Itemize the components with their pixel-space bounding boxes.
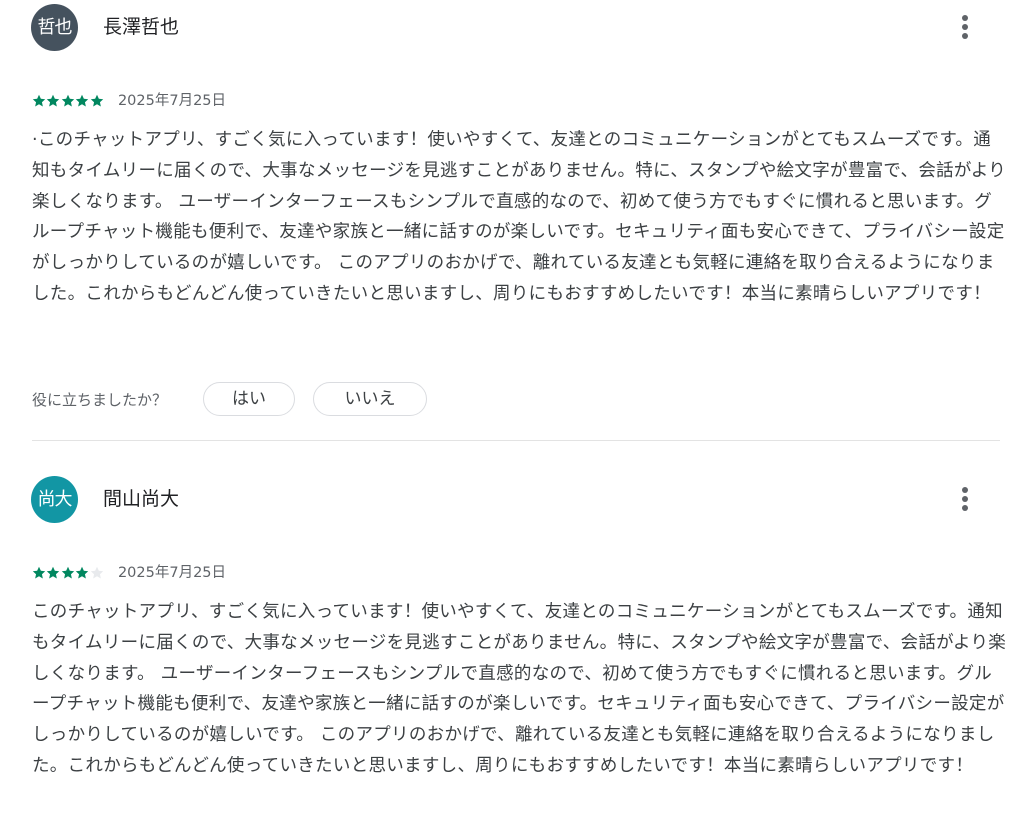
review-text: このチャットアプリ、すごく気に入っています！使いやすくて、友達とのコミュニケーシ… <box>32 602 1007 776</box>
review-meta: 2025年7月25日 <box>32 91 226 111</box>
avatar: 哲也 <box>31 4 78 51</box>
review-card: 哲也 長澤哲也 2025年7月25日 ·このチャットアプリ、すごく気に入っていま… <box>0 0 1024 441</box>
review-text: ·このチャットアプリ、すごく気に入っています！使いやすくて、友達とのコミュニケー… <box>32 130 1007 304</box>
review-card: 尚大 間山尚大 2025年7月25日 このチャットアプリ、すごく気に入っています… <box>0 470 1024 836</box>
star-filled-icon <box>61 94 74 107</box>
helpful-question: 役に立ちましたか？ <box>32 390 168 409</box>
star-filled-icon <box>32 94 46 107</box>
reviewer-name: 間山尚大 <box>103 488 180 510</box>
helpful-prompt: 役に立ちましたか？ はい いいえ <box>32 381 428 417</box>
review-date: 2025年7月25日 <box>117 93 227 109</box>
star-filled-icon <box>90 94 103 107</box>
star-rating <box>32 566 104 580</box>
star-filled-icon <box>61 566 74 579</box>
star-filled-icon <box>47 94 60 107</box>
star-rating <box>32 94 104 108</box>
more-options-button[interactable] <box>948 10 982 44</box>
more-vert-icon <box>962 15 968 39</box>
star-empty-icon <box>90 566 103 579</box>
star-filled-icon <box>75 94 89 107</box>
review-meta: 2025年7月25日 <box>32 563 226 583</box>
avatar: 尚大 <box>31 476 78 523</box>
star-filled-icon <box>32 566 46 579</box>
star-filled-icon <box>47 566 60 579</box>
more-vert-icon <box>962 487 968 511</box>
star-filled-icon <box>75 566 89 579</box>
helpful-yes-button[interactable]: はい <box>203 382 296 416</box>
reviewer-name: 長澤哲也 <box>103 16 180 38</box>
helpful-no-button[interactable]: いいえ <box>313 382 428 416</box>
review-date: 2025年7月25日 <box>117 565 227 581</box>
divider <box>32 440 1000 441</box>
more-options-button[interactable] <box>948 482 982 516</box>
